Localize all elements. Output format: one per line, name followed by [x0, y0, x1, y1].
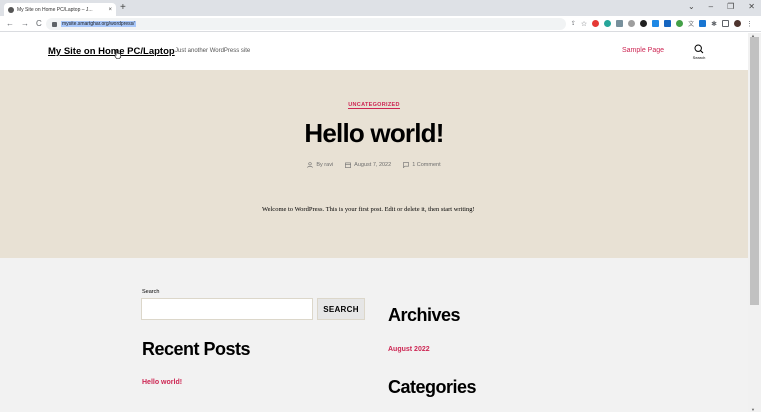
search-toggle-button[interactable]: Search [688, 44, 710, 60]
extensions-area: ⇪ ☆ 文 ✱ ⋮ [571, 19, 753, 28]
new-tab-button[interactable]: + [120, 2, 126, 14]
bookmark-star-icon[interactable]: ☆ [581, 20, 587, 28]
post-comments: 1 Comment [403, 162, 441, 168]
categories-heading: Categories [388, 377, 477, 397]
menu-kebab-icon[interactable]: ⋮ [746, 20, 753, 28]
post-content: Welcome to WordPress. This is your first… [262, 206, 475, 213]
recent-post-link[interactable]: Hello world! [142, 379, 182, 386]
site-tagline: Just another WordPress site [175, 48, 251, 54]
author-link[interactable]: By ravi [316, 162, 333, 168]
url-text[interactable]: mysite.smartghar.org/wordpress/ [61, 21, 136, 27]
date-link[interactable]: August 7, 2022 [354, 162, 391, 168]
extension-icon[interactable] [676, 20, 684, 27]
side-panel-icon[interactable] [722, 20, 729, 27]
calendar-icon [345, 162, 352, 168]
profile-avatar-icon[interactable] [734, 20, 741, 27]
address-bar[interactable]: mysite.smartghar.org/wordpress/ [46, 18, 566, 30]
extension-icon[interactable] [699, 20, 707, 27]
widget-search-label: Search [142, 289, 160, 295]
archives-heading: Archives [388, 305, 461, 325]
back-button[interactable]: ← [6, 19, 14, 28]
post-date: August 7, 2022 [345, 162, 391, 168]
minimize-button[interactable]: – [709, 1, 713, 13]
lock-icon[interactable] [52, 21, 57, 27]
extension-icon[interactable] [640, 20, 648, 27]
reload-button[interactable]: C [36, 19, 42, 28]
post-meta: By ravi August 7, 2022 1 Comment [0, 162, 748, 168]
search-icon [694, 44, 704, 54]
search-toggle-label: Search [692, 55, 706, 60]
extension-icon[interactable] [628, 20, 636, 27]
post-category: UNCATEGORIZED [0, 102, 748, 109]
extension-icon[interactable] [604, 20, 612, 27]
extension-icon[interactable] [592, 20, 600, 27]
tab-title: My Site on Home PC/Laptop – J... [17, 6, 93, 13]
wordpress-favicon-icon [8, 6, 14, 13]
share-icon[interactable]: ⇪ [571, 20, 576, 27]
close-window-button[interactable]: ✕ [748, 1, 755, 13]
post-title[interactable]: Hello world! [0, 118, 748, 149]
archive-link[interactable]: August 2022 [388, 346, 430, 353]
site-header: My Site on Home PC/Laptop Just another W… [0, 33, 748, 70]
restore-button[interactable]: ❐ [727, 1, 734, 13]
tab-close-button[interactable]: × [108, 7, 112, 13]
post-author: By ravi [307, 162, 333, 168]
page-scrollbar[interactable]: ▲ ▼ [748, 33, 761, 412]
post-hero: UNCATEGORIZED Hello world! By ravi Augus… [0, 70, 748, 258]
site-title-link[interactable]: My Site on Home PC/Laptop [48, 46, 175, 57]
extension-icon[interactable] [664, 20, 672, 27]
browser-tab[interactable]: My Site on Home PC/Laptop – J... × [4, 3, 116, 16]
tab-search-button[interactable]: ⌄ [688, 1, 695, 13]
category-link[interactable]: UNCATEGORIZED [348, 102, 400, 109]
comments-link[interactable]: 1 Comment [412, 162, 440, 168]
window-controls: ⌄ – ❐ ✕ [688, 1, 755, 13]
extensions-puzzle-icon[interactable]: ✱ [711, 20, 717, 28]
nav-buttons: ← → C [0, 19, 42, 28]
scroll-down-arrow-icon[interactable]: ▼ [751, 407, 755, 412]
scrollbar-thumb[interactable] [750, 37, 759, 305]
comment-icon [403, 162, 410, 168]
footer-widgets: Search SEARCH Recent Posts Hello world! … [0, 258, 748, 412]
user-icon [307, 162, 314, 168]
forward-button[interactable]: → [21, 19, 29, 28]
widget-search-button[interactable]: SEARCH [317, 298, 365, 320]
browser-toolbar: ← → C mysite.smartghar.org/wordpress/ ⇪ … [0, 16, 761, 32]
translate-icon[interactable]: 文 [688, 19, 694, 28]
nav-sample-page-link[interactable]: Sample Page [622, 47, 664, 54]
extension-icon[interactable] [616, 20, 624, 27]
browser-tab-bar: My Site on Home PC/Laptop – J... × + ⌄ –… [0, 0, 761, 16]
widget-search-input[interactable] [141, 298, 313, 320]
recent-posts-heading: Recent Posts [142, 339, 251, 359]
hand-cursor-icon [114, 49, 122, 59]
extension-icon[interactable] [652, 20, 660, 27]
